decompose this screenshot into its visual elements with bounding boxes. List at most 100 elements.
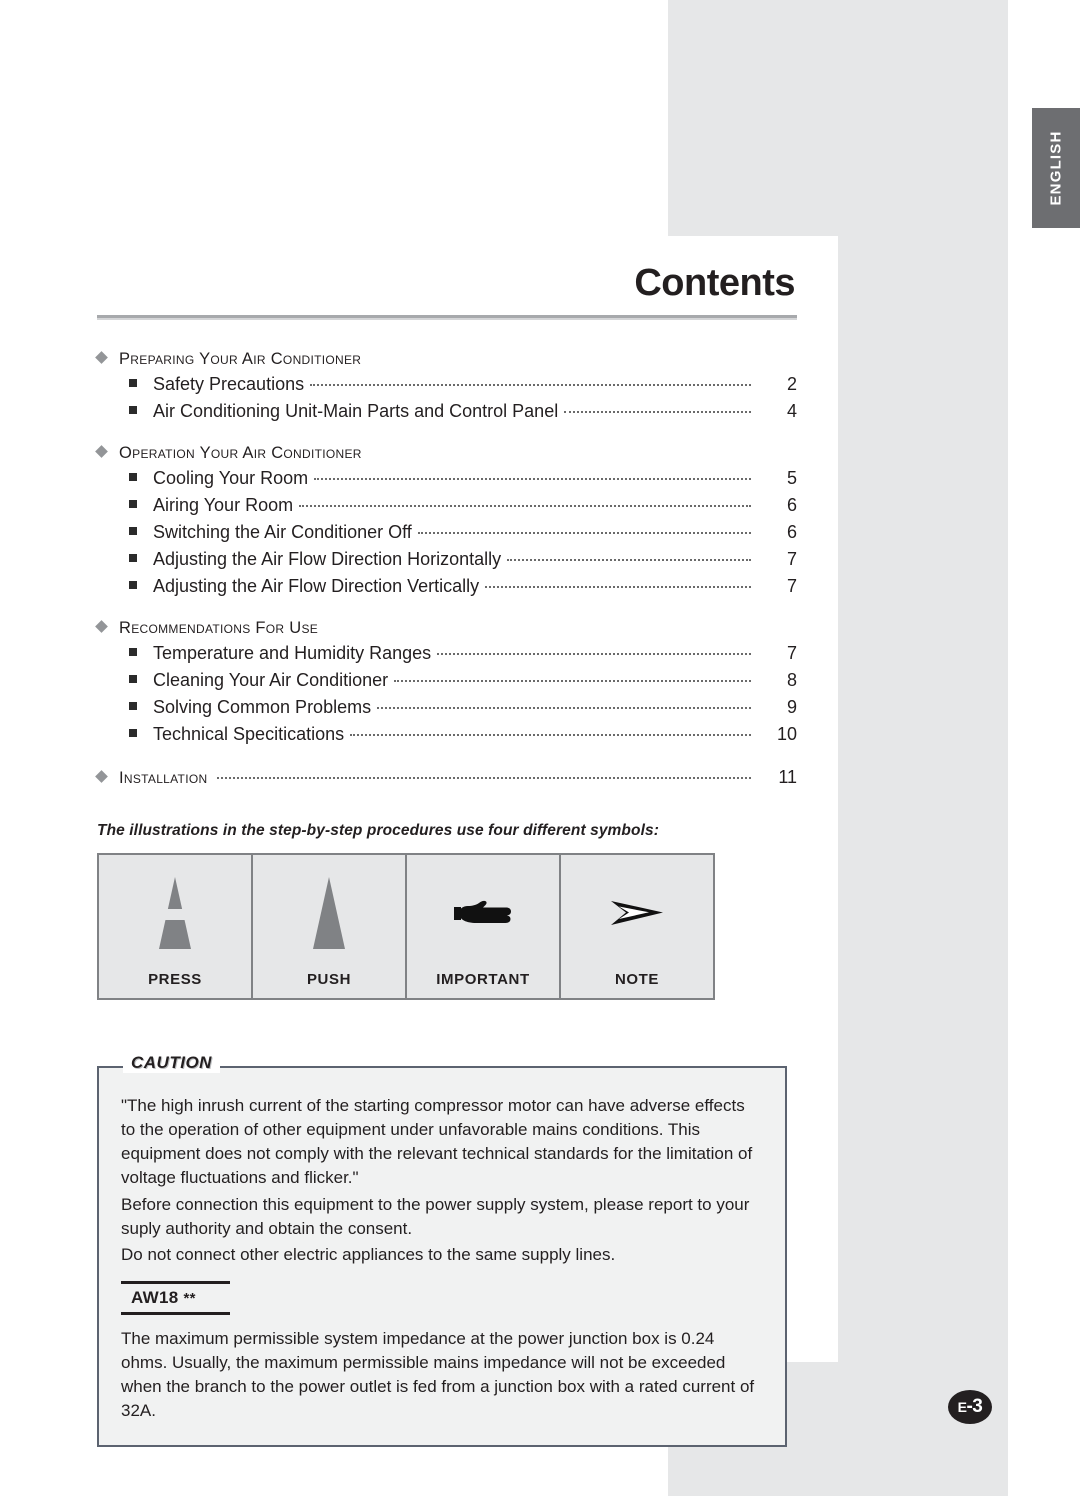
toc-entry[interactable]: Cooling Your Room 5	[97, 468, 797, 489]
toc-group: Operation Your Air Conditioner Cooling Y…	[95, 444, 797, 597]
symbol-cell-press: PRESS	[99, 855, 253, 998]
toc-entry[interactable]: Adjusting the Air Flow Direction Vertica…	[97, 576, 797, 597]
toc-entry[interactable]: Cleaning Your Air Conditioner 8	[97, 670, 797, 691]
toc-entry-page: 11	[778, 767, 797, 787]
toc-entry-page: 7	[786, 576, 797, 596]
language-tab-label: ENGLISH	[1047, 130, 1065, 206]
toc-entry[interactable]: Air Conditioning Unit-Main Parts and Con…	[97, 401, 797, 422]
toc-entry-page: 10	[776, 724, 797, 744]
caution-paragraph: Do not connect other electric appliances…	[121, 1244, 616, 1264]
toc-entry-label: Adjusting the Air Flow Direction Horizon…	[153, 549, 502, 569]
dot-leader	[299, 505, 751, 507]
page-content: Contents Preparing Your Air Conditioner …	[95, 262, 797, 1448]
caution-section: "The high inrush current of the starting…	[97, 1053, 787, 1448]
page-number-badge: E -3	[948, 1390, 992, 1424]
diamond-bullet-icon	[95, 620, 108, 633]
dot-leader	[564, 411, 751, 413]
toc-entry-label: Safety Precautions	[153, 374, 305, 394]
square-bullet-icon	[129, 648, 137, 656]
language-tab: ENGLISH	[1032, 108, 1080, 228]
symbol-cell-push: PUSH	[253, 855, 407, 998]
square-bullet-icon	[129, 473, 137, 481]
title-divider	[97, 315, 797, 320]
toc-entry-label: Airing Your Room	[153, 495, 294, 515]
page-number-suffix: -3	[966, 1396, 983, 1417]
square-bullet-icon	[129, 554, 137, 562]
dot-leader	[314, 478, 751, 480]
toc-section-heading[interactable]: Operation Your Air Conditioner	[95, 444, 797, 463]
toc-section-label: Recommendations For Use	[119, 619, 319, 637]
toc-entry[interactable]: Solving Common Problems 9	[97, 697, 797, 718]
square-bullet-icon	[129, 379, 137, 387]
model-name: AW18	[131, 1287, 179, 1307]
toc-section-installation[interactable]: Installation 11	[95, 767, 797, 788]
toc-section-label: Installation	[119, 769, 208, 787]
caution-box: "The high inrush current of the starting…	[97, 1066, 787, 1448]
toc-entry-label: Air Conditioning Unit-Main Parts and Con…	[153, 401, 559, 421]
toc-entry[interactable]: Switching the Air Conditioner Off 6	[97, 522, 797, 543]
toc-entry[interactable]: Safety Precautions 2	[97, 374, 797, 395]
toc-entry-label: Cooling Your Room	[153, 468, 309, 488]
symbols-intro-text: The illustrations in the step-by-step pr…	[97, 822, 659, 839]
diamond-bullet-icon	[95, 770, 108, 783]
square-bullet-icon	[129, 500, 137, 508]
toc-group: Preparing Your Air Conditioner Safety Pr…	[95, 350, 797, 422]
toc-entry-page: 6	[786, 495, 797, 515]
symbol-label: NOTE	[614, 971, 660, 988]
square-bullet-icon	[129, 675, 137, 683]
toc-entry[interactable]: Temperature and Humidity Ranges 7	[97, 643, 797, 664]
square-bullet-icon	[129, 702, 137, 710]
toc-entry-label: Solving Common Problems	[153, 697, 372, 717]
toc-section-heading[interactable]: Recommendations For Use	[95, 619, 797, 638]
toc-group: Recommendations For Use Temperature and …	[95, 619, 797, 745]
toc-section-label: Operation Your Air Conditioner	[119, 444, 362, 462]
caution-paragraph: Before connection this equipment to the …	[121, 1194, 750, 1238]
toc-entry-label: Temperature and Humidity Ranges	[153, 643, 432, 663]
toc-entry[interactable]: Technical Specitications 10	[97, 724, 797, 745]
square-bullet-icon	[129, 581, 137, 589]
dot-leader	[310, 384, 751, 386]
diamond-bullet-icon	[95, 445, 108, 458]
toc-entry-page: 6	[786, 522, 797, 542]
toc-entry[interactable]: Airing Your Room 6	[97, 495, 797, 516]
toc-entry[interactable]: Adjusting the Air Flow Direction Horizon…	[97, 549, 797, 570]
dot-leader	[485, 586, 751, 588]
toc-entry-page: 5	[786, 468, 797, 488]
symbol-label: PUSH	[306, 971, 352, 988]
toc-entry-label: Cleaning Your Air Conditioner	[153, 670, 389, 690]
symbol-label: PRESS	[148, 971, 202, 988]
toc-section-heading[interactable]: Preparing Your Air Conditioner	[95, 350, 797, 369]
symbol-cell-note: NOTE	[561, 855, 713, 998]
model-stars: **	[183, 1289, 196, 1307]
square-bullet-icon	[129, 527, 137, 535]
dot-leader	[394, 680, 751, 682]
dot-leader	[507, 559, 751, 561]
page-title: Contents	[634, 262, 795, 304]
table-of-contents: Preparing Your Air Conditioner Safety Pr…	[95, 350, 797, 788]
dot-leader	[217, 777, 751, 779]
model-tag: AW18 **	[121, 1280, 230, 1315]
page-number-prefix: E	[957, 1399, 967, 1415]
dot-leader	[417, 532, 751, 534]
press-triangle-icon	[99, 855, 251, 971]
dot-leader	[437, 653, 751, 655]
symbol-label: IMPORTANT	[436, 971, 530, 988]
square-bullet-icon	[129, 406, 137, 414]
toc-entry-page: 4	[786, 401, 797, 421]
dot-leader	[377, 707, 751, 709]
toc-entry-label: Technical Specitications	[153, 724, 345, 744]
toc-entry-page: 7	[786, 549, 797, 569]
toc-entry-page: 2	[786, 374, 797, 394]
toc-entry-label: Switching the Air Conditioner Off	[153, 522, 412, 542]
diamond-bullet-icon	[95, 351, 108, 364]
caution-label: CAUTION	[123, 1053, 220, 1073]
toc-entry-page: 7	[786, 643, 797, 663]
toc-entry-page: 8	[786, 670, 797, 690]
dot-leader	[350, 734, 751, 736]
push-triangle-icon	[253, 855, 405, 971]
caution-paragraph: "The high inrush current of the starting…	[121, 1096, 753, 1188]
model-impedance-paragraph: The maximum permissible system impedance…	[121, 1328, 755, 1421]
toc-entry-label: Adjusting the Air Flow Direction Vertica…	[153, 576, 480, 596]
pointing-hand-icon	[407, 855, 559, 971]
symbol-cell-important: IMPORTANT	[407, 855, 561, 998]
